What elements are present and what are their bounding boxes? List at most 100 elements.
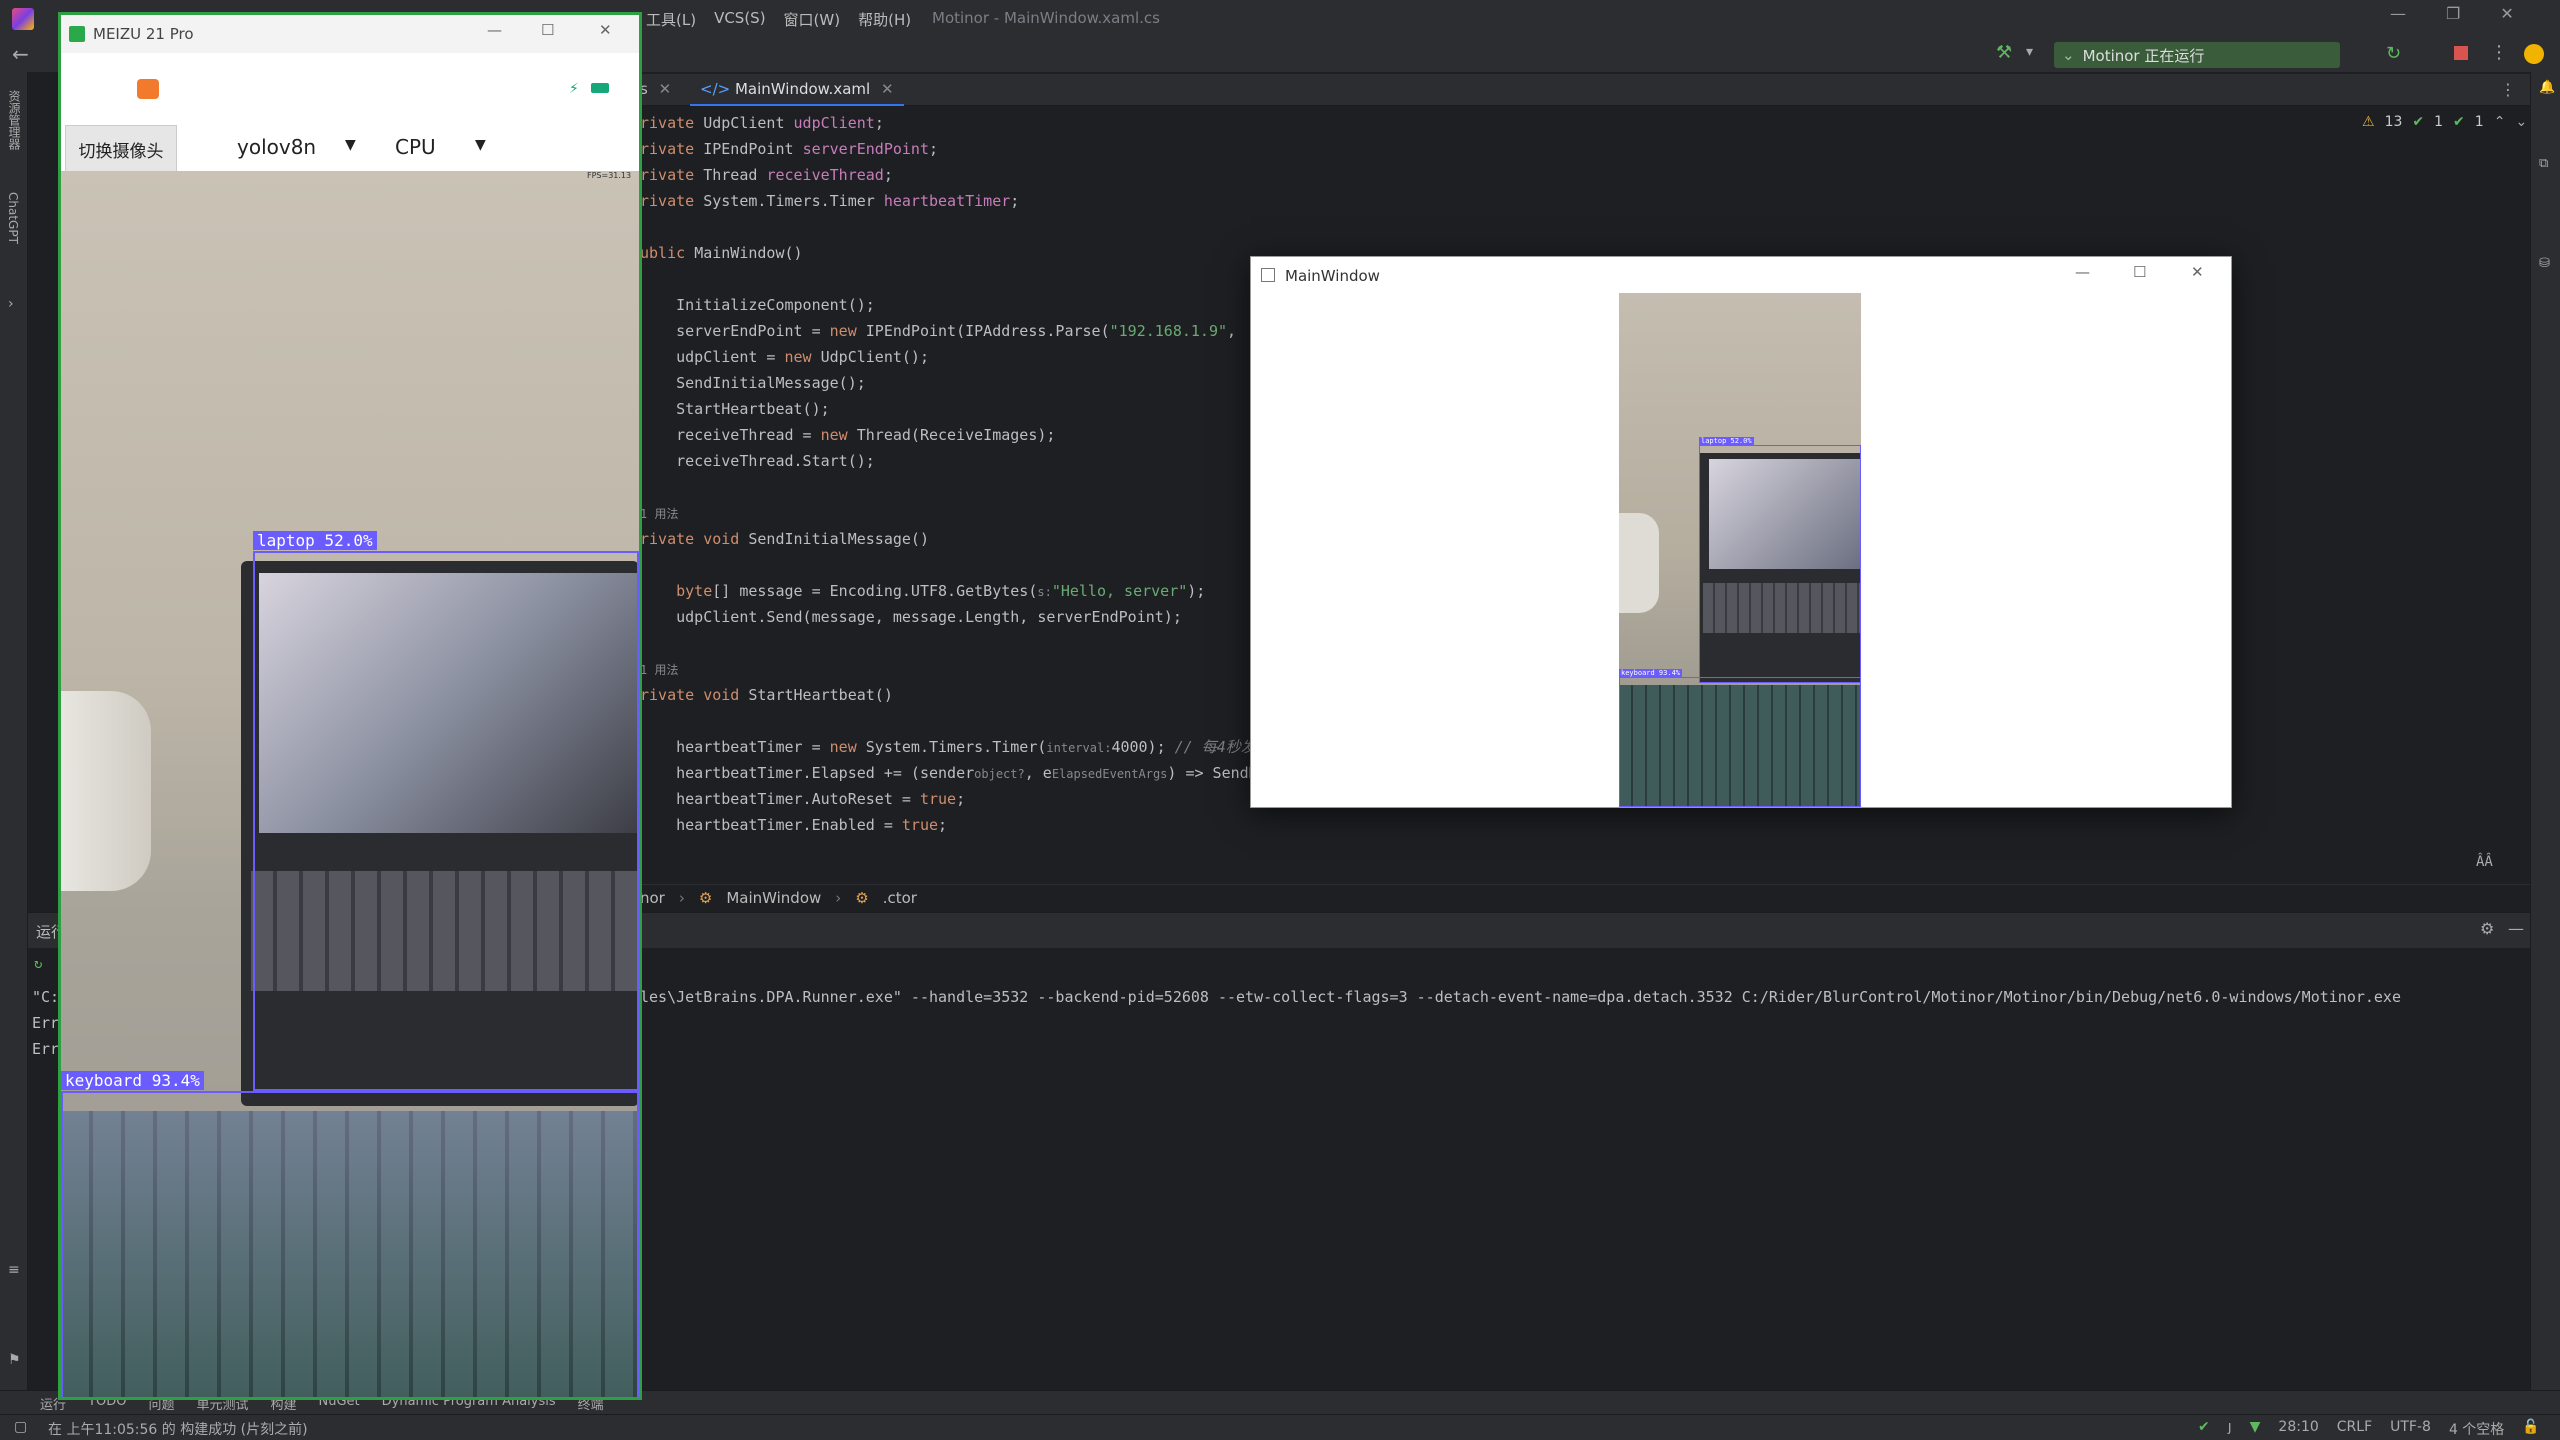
- rerun-icon[interactable]: ↻: [34, 956, 42, 972]
- close-icon[interactable]: ✕: [2500, 4, 2513, 23]
- structure-icon[interactable]: ≡: [8, 1262, 20, 1278]
- code-token: new: [829, 738, 866, 756]
- chevron-right-icon[interactable]: ›: [8, 296, 14, 312]
- vcs-icon[interactable]: ▼: [2250, 1419, 2261, 1439]
- code-token: InitializeComponent();: [640, 296, 875, 314]
- menu-item[interactable]: VCS(S): [714, 9, 765, 30]
- code-token: true: [919, 790, 957, 808]
- app-icon: [69, 26, 85, 42]
- code-token: rivate: [640, 192, 704, 210]
- code-token: 1 用法: [640, 663, 679, 677]
- database-icon[interactable]: ⛁: [2539, 256, 2550, 271]
- tab-previous[interactable]: s ✕: [640, 80, 671, 98]
- camera-lens-object: [61, 691, 151, 891]
- switch-camera-button[interactable]: 切换摄像头: [65, 125, 177, 173]
- tab-mainwindow-xaml[interactable]: </> MainWindow.xaml ✕: [690, 74, 904, 106]
- minimize-icon[interactable]: —: [2075, 263, 2090, 281]
- menu-bar: 工具(L) VCS(S) 窗口(W) 帮助(H): [646, 9, 911, 30]
- code-token: udpClient: [793, 114, 875, 132]
- minimize-panel-icon[interactable]: —: [2508, 919, 2524, 938]
- breadcrumb-item[interactable]: MainWindow: [726, 889, 821, 907]
- code-token: byte: [676, 582, 713, 600]
- reader-mode-icon[interactable]: ÂÂ: [2476, 854, 2493, 870]
- ok-count: 1: [2434, 114, 2444, 130]
- minimize-icon[interactable]: —: [487, 21, 502, 39]
- code-token: IPEndPoint(IPAddress.Parse(: [865, 322, 1110, 340]
- code-token: "192.168.1.9": [1109, 322, 1228, 340]
- more-vertical-icon[interactable]: ⋮: [2490, 42, 2508, 63]
- build-hammer-icon[interactable]: ⚒: [1996, 42, 2012, 63]
- caret-position[interactable]: 28:10: [2278, 1419, 2318, 1439]
- rerun-icon[interactable]: ↻: [2386, 43, 2401, 64]
- minimize-icon[interactable]: —: [2390, 4, 2406, 23]
- code-token: receiveThread: [766, 166, 884, 184]
- back-arrow-icon[interactable]: ←: [12, 42, 29, 66]
- menu-item[interactable]: 帮助(H): [858, 9, 911, 30]
- chatgpt-tool-label[interactable]: ChatGPT: [6, 192, 20, 244]
- file-encoding[interactable]: UTF-8: [2390, 1419, 2431, 1439]
- code-line: heartbeatTimer.AutoReset = true;: [640, 786, 965, 812]
- tab-label: MainWindow.xaml: [734, 80, 871, 98]
- camera-icon[interactable]: [137, 79, 159, 99]
- check-circle-icon[interactable]: ✔: [2198, 1419, 2210, 1439]
- chevron-down-icon[interactable]: ⌄: [2515, 114, 2527, 130]
- chevron-up-icon[interactable]: ⌃: [2494, 114, 2506, 130]
- ai-icon[interactable]: ȷ: [2228, 1419, 2232, 1439]
- menu-item[interactable]: 工具(L): [646, 9, 696, 30]
- close-icon[interactable]: ✕: [599, 21, 612, 39]
- code-token: true: [901, 816, 939, 834]
- code-line: rivate void SendInitialMessage(): [640, 526, 929, 552]
- console-line: Err: [32, 1040, 60, 1058]
- method-icon: ⚙: [855, 889, 869, 907]
- maximize-icon[interactable]: ☐: [541, 21, 554, 39]
- code-line: ublic MainWindow(): [640, 240, 803, 266]
- menu-item[interactable]: 窗口(W): [784, 9, 841, 30]
- window-icon: [1261, 268, 1275, 282]
- bookmarks-icon[interactable]: ⚑: [8, 1352, 21, 1368]
- chevron-down-icon[interactable]: ▾: [2026, 44, 2033, 60]
- line-ending[interactable]: CRLF: [2337, 1419, 2372, 1439]
- breadcrumb: nor › ⚙ MainWindow › ⚙ .ctor: [640, 884, 2530, 912]
- model-select[interactable]: yolov8n ▼: [237, 135, 357, 159]
- battery-icon: [591, 83, 609, 93]
- code-token: Thread(ReceiveImages);: [856, 426, 1056, 444]
- il-viewer-icon[interactable]: ⧉: [2539, 156, 2548, 171]
- status-toggle-icon[interactable]: ▢: [14, 1419, 27, 1435]
- close-icon[interactable]: ✕: [881, 80, 894, 98]
- maximize-icon[interactable]: ☐: [2133, 263, 2146, 281]
- xaml-file-icon: </>: [700, 80, 731, 98]
- console-line: Err: [32, 1014, 60, 1032]
- code-line: rivate System.Timers.Timer heartbeatTime…: [640, 188, 1019, 214]
- code-token: rivate: [640, 140, 704, 158]
- restore-icon[interactable]: ❐: [2446, 4, 2460, 23]
- close-icon[interactable]: ✕: [659, 80, 672, 98]
- camera-preview: FPS=31.13 laptop 52.0% keyboard 93.4%: [61, 171, 639, 1397]
- code-token: void: [703, 530, 749, 548]
- console-command-line: les\JetBrains.DPA.Runner.exe" --handle=3…: [640, 988, 2401, 1006]
- run-config-selector[interactable]: ⌄ Motinor 正在运行: [2054, 42, 2340, 68]
- update-notification-icon[interactable]: [2524, 44, 2544, 64]
- code-token: serverEndPoint: [802, 140, 929, 158]
- class-icon: ⚙: [698, 889, 713, 907]
- breadcrumb-item[interactable]: nor: [640, 889, 665, 907]
- code-token: heartbeatTimer.AutoReset =: [640, 790, 920, 808]
- explorer-tool-label[interactable]: 资源管理器: [6, 90, 23, 150]
- gear-icon[interactable]: ⚙: [2480, 919, 2494, 938]
- code-token: System.Timers.Timer(: [865, 738, 1047, 756]
- lock-icon[interactable]: 🔓: [2522, 1419, 2539, 1439]
- rider-logo: [12, 8, 34, 30]
- warning-icon: ⚠: [2362, 114, 2375, 130]
- notifications-icon[interactable]: 🔔: [2539, 80, 2555, 95]
- close-icon[interactable]: ✕: [2191, 263, 2204, 281]
- indent-setting[interactable]: 4 个空格: [2449, 1419, 2504, 1439]
- breadcrumb-item[interactable]: .ctor: [883, 889, 917, 907]
- code-line: 1 用法: [640, 656, 678, 682]
- more-vertical-icon[interactable]: ⋮: [2500, 80, 2516, 99]
- code-token: s:: [1037, 585, 1052, 599]
- status-message[interactable]: 在 上午11:05:56 的 构建成功 (片刻之前): [48, 1419, 308, 1439]
- device-select[interactable]: CPU ▼: [395, 135, 495, 159]
- code-line: rivate void StartHeartbeat(): [640, 682, 893, 708]
- stop-icon[interactable]: [2454, 46, 2468, 60]
- inspection-widget[interactable]: ⚠ 13 ✔ 1 ✔ 1 ⌃ ⌄: [2362, 114, 2527, 130]
- code-token: serverEndPoint =: [640, 322, 830, 340]
